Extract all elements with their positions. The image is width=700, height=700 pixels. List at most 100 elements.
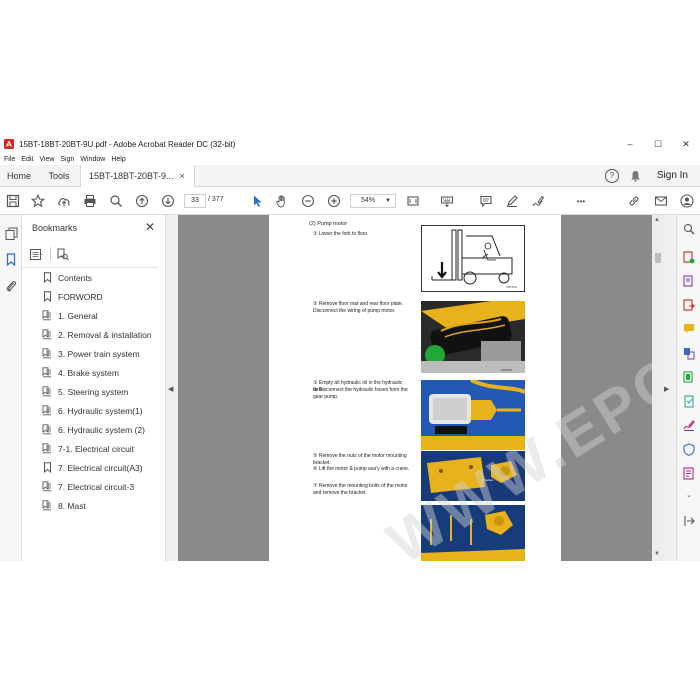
bookmark-label: 7-1. Electrical circuit bbox=[58, 443, 135, 454]
keyboard-tools-icon[interactable] bbox=[438, 192, 456, 210]
protect-shield-icon[interactable] bbox=[681, 441, 697, 457]
tab-document[interactable]: 15BT-18BT-20BT-9... × bbox=[80, 164, 195, 187]
account-avatar-icon[interactable] bbox=[678, 192, 696, 210]
expand-right-panel-icon[interactable]: ▶ bbox=[664, 385, 669, 393]
bookmark-item[interactable]: 6. Hydraulic system (2) bbox=[22, 420, 158, 439]
menu-view[interactable]: View bbox=[39, 156, 54, 163]
select-cursor-icon[interactable] bbox=[248, 192, 266, 210]
bookmark-item[interactable]: 6. Hydraulic system(1) bbox=[22, 401, 158, 420]
menu-sign[interactable]: Sign bbox=[60, 156, 74, 163]
organize-pages-icon[interactable] bbox=[681, 345, 697, 361]
acrobat-logo-icon bbox=[3, 138, 15, 150]
tools-rail: ⌄ bbox=[676, 215, 700, 561]
combine-files-icon[interactable] bbox=[681, 273, 697, 289]
bookmark-label: 1. General bbox=[58, 310, 98, 321]
document-viewport[interactable]: (2) Pump motor ① Lower the fork to floor… bbox=[178, 215, 652, 561]
step-1-text: ① Lower the fork to floor. bbox=[313, 231, 369, 237]
bookmark-page-icon bbox=[42, 329, 52, 340]
bookmark-item[interactable]: 7-1. Electrical circuit bbox=[22, 439, 158, 458]
notifications-bell-icon[interactable] bbox=[629, 169, 643, 183]
bookmark-label: 6. Hydraulic system (2) bbox=[58, 424, 145, 435]
scroll-up-icon[interactable]: ▲ bbox=[654, 217, 660, 223]
bookmark-options-icon[interactable] bbox=[30, 248, 44, 260]
page-total-label: / 377 bbox=[208, 196, 224, 203]
page-fit-icon[interactable] bbox=[404, 192, 422, 210]
forklift-diagram: 15BT9U bbox=[421, 225, 525, 292]
zoom-level-select[interactable]: 54% ▼ bbox=[350, 194, 396, 208]
tab-home[interactable]: Home bbox=[0, 171, 38, 181]
hand-tool-icon[interactable] bbox=[273, 192, 291, 210]
close-panel-icon[interactable]: ✕ bbox=[145, 220, 155, 234]
bookmark-label: 6. Hydraulic system(1) bbox=[58, 405, 143, 416]
tab-tools[interactable]: Tools bbox=[38, 171, 80, 181]
star-bookmark-icon[interactable] bbox=[29, 192, 47, 210]
bookmark-item[interactable]: 3. Power train system bbox=[22, 344, 158, 363]
svg-text:15BT9U: 15BT9U bbox=[506, 285, 517, 289]
close-window-button[interactable]: ✕ bbox=[672, 135, 700, 153]
vertical-scrollbar[interactable]: ▲ ▼ bbox=[652, 215, 664, 561]
highlight-pen-icon[interactable] bbox=[503, 192, 521, 210]
zoom-search-icon[interactable] bbox=[107, 192, 125, 210]
help-icon[interactable]: ? bbox=[604, 168, 619, 183]
sign-pen-icon[interactable] bbox=[529, 192, 547, 210]
email-icon[interactable] bbox=[652, 192, 670, 210]
minimize-button[interactable]: – bbox=[616, 135, 644, 153]
bookmark-label: FORWORD bbox=[58, 291, 103, 302]
attachments-paperclip-icon[interactable] bbox=[3, 277, 19, 293]
sign-in-button[interactable]: Sign In bbox=[657, 170, 688, 181]
maximize-button[interactable]: ☐ bbox=[644, 135, 672, 153]
share-link-icon[interactable] bbox=[625, 192, 643, 210]
bookmark-item[interactable]: 1. General bbox=[22, 306, 158, 325]
tab-document-label: 15BT-18BT-20BT-9... bbox=[89, 170, 174, 181]
comment-icon[interactable] bbox=[477, 192, 495, 210]
close-tab-icon[interactable]: × bbox=[180, 171, 185, 181]
bookmark-item[interactable]: 5. Steering system bbox=[22, 382, 158, 401]
bookmark-page-icon bbox=[42, 367, 52, 378]
page-number-input[interactable]: 33 bbox=[184, 194, 206, 208]
cloud-upload-icon[interactable] bbox=[55, 192, 73, 210]
menu-help[interactable]: Help bbox=[111, 156, 125, 163]
menu-bar: File Edit View Sign Window Help bbox=[0, 153, 700, 165]
bookmarks-panel: Bookmarks ✕ Contents FORWORD 1. General 2. … bbox=[22, 215, 166, 561]
bookmarks-panel-icon[interactable] bbox=[3, 251, 19, 267]
bookmark-item[interactable]: 7. Electrical circuit-3 bbox=[22, 477, 158, 496]
zoom-in-icon[interactable] bbox=[325, 192, 343, 210]
step-7-text: ⑦ Remove the mounting bolts of the motor… bbox=[313, 483, 408, 496]
comment-tool-icon[interactable] bbox=[681, 321, 697, 337]
bookmark-item[interactable]: FORWORD bbox=[22, 287, 158, 306]
previous-page-icon[interactable] bbox=[133, 192, 151, 210]
bookmark-item[interactable]: Contents bbox=[22, 268, 158, 287]
bookmark-item[interactable]: 7. Electrical circuit(A3) bbox=[22, 458, 158, 477]
more-tools-button[interactable]: ••• bbox=[570, 192, 592, 210]
menu-edit[interactable]: Edit bbox=[21, 156, 33, 163]
find-bookmark-icon[interactable] bbox=[57, 248, 69, 261]
prepare-form-icon[interactable] bbox=[681, 465, 697, 481]
collapse-left-panel-icon[interactable]: ◀ bbox=[168, 385, 173, 393]
export-pdf-icon[interactable] bbox=[681, 297, 697, 313]
bookmark-icon bbox=[42, 272, 52, 283]
bookmark-page-icon bbox=[42, 348, 52, 359]
menu-window[interactable]: Window bbox=[80, 156, 105, 163]
print-icon[interactable] bbox=[81, 192, 99, 210]
page-thumbnails-icon[interactable] bbox=[3, 225, 19, 241]
bookmark-list: Contents FORWORD 1. General 2. Removal & in… bbox=[22, 267, 158, 515]
scroll-down-icon[interactable]: ▼ bbox=[654, 551, 660, 557]
bookmark-item[interactable]: 2. Removal & installation bbox=[22, 325, 158, 344]
zoom-level-value: 54% bbox=[361, 197, 376, 204]
zoom-out-icon[interactable] bbox=[299, 192, 317, 210]
bookmark-label: 4. Brake system bbox=[58, 367, 119, 378]
create-pdf-icon[interactable] bbox=[681, 249, 697, 265]
sign-request-icon[interactable] bbox=[681, 417, 697, 433]
bookmark-item[interactable]: 4. Brake system bbox=[22, 363, 158, 382]
search-tool-icon[interactable] bbox=[681, 221, 697, 237]
next-page-icon[interactable] bbox=[159, 192, 177, 210]
step-2-text: ② Remove floor mat and rear floor plate.… bbox=[313, 301, 404, 314]
menu-file[interactable]: File bbox=[4, 156, 15, 163]
more-tools-chevron-icon[interactable]: ⌄ bbox=[681, 487, 697, 503]
save-icon[interactable] bbox=[4, 192, 22, 210]
edit-pdf-icon[interactable] bbox=[681, 369, 697, 385]
bookmark-item[interactable]: 8. Mast bbox=[22, 496, 158, 515]
collapse-tools-icon[interactable] bbox=[681, 513, 697, 529]
scroll-thumb[interactable] bbox=[655, 253, 661, 263]
fill-sign-icon[interactable] bbox=[681, 393, 697, 409]
